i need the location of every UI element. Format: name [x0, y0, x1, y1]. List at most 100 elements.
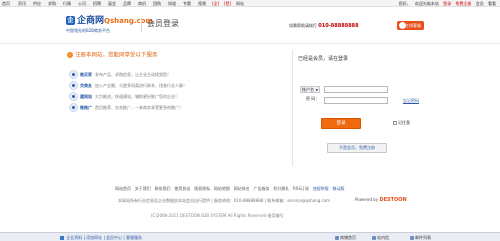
top-register-link[interactable]: 免费注册	[455, 1, 471, 6]
toolbar-item-label: 商铺首页	[340, 235, 356, 240]
powered-prefix: Powered by	[355, 197, 379, 202]
welcome-heading: › 注册本网站，您能同享受以下服务	[67, 52, 158, 60]
footer-link[interactable]: 网站排名	[234, 186, 250, 191]
hotline-label: 如需帮助请拨打	[289, 23, 317, 28]
feature-desc: 加入产业圈，与更多同类进行联系，找准行业人脉！	[95, 83, 187, 88]
login-button[interactable]: 登录	[321, 118, 361, 129]
feature-desc: 首页推荐、业务推广，一来商务享受更多的推广！	[95, 105, 183, 110]
bullet-icon	[69, 70, 78, 79]
register-button[interactable]: 不是会员，免费注册	[327, 143, 387, 153]
nav-link-brand[interactable]: 品牌	[123, 1, 131, 6]
login-heading: 已经是会员，请在登录	[298, 56, 349, 62]
logo-slogan: 中国领先的B2B商务平台	[66, 28, 111, 33]
bullet-icon	[69, 103, 78, 112]
page-header: 企 企商网Qshang.com 中国领先的B2B商务平台 会员登录 如需帮助请拨…	[0, 8, 500, 44]
arrow-right-icon: ›	[67, 52, 73, 58]
bottom-toolbar: 企业资料 | 添加网址 | 会员中心 | 客服服务 商铺首页 站内信 邮件列表	[0, 232, 500, 241]
greeting-text: 您好，	[398, 1, 411, 6]
nav-link-login-short[interactable]: [登]	[224, 1, 231, 6]
top-more-link[interactable]: 看看	[488, 1, 496, 6]
feature-name: 做推广	[80, 105, 92, 110]
feature-name: 做买家	[80, 72, 92, 77]
footer-link[interactable]: 网站地图	[214, 186, 230, 191]
bullet-icon	[69, 92, 78, 101]
bullet-icon	[69, 81, 78, 90]
toolbar-item-label: 邮件列表	[415, 235, 431, 240]
nav-link-video[interactable]: 视频	[198, 1, 206, 6]
logo-icon[interactable]: 企	[66, 16, 75, 25]
account-type-select[interactable]: 帐户名 ▼	[300, 86, 320, 93]
logo-domain: Qshang.com	[104, 17, 153, 25]
hotline-number: 010-88888888	[318, 23, 359, 29]
online-service-button[interactable]: 在线客服	[397, 21, 424, 30]
copyright-text: (C)2008-2011 DESTOON B2B SYSTEM All Righ…	[151, 213, 284, 218]
nav-link-know[interactable]: 知道	[168, 1, 176, 6]
footer-link[interactable]: 网站首页	[115, 186, 131, 191]
toolbar-link[interactable]: 会员中心	[106, 235, 122, 240]
nav-link-supply[interactable]: 供应	[33, 1, 41, 6]
nav-link-quote[interactable]: 行情	[63, 1, 71, 6]
footer-link[interactable]: RSS订阅	[293, 186, 309, 191]
logo-name: 企商网	[77, 16, 105, 26]
page-title: 会员登录	[147, 19, 179, 28]
forgot-password-link[interactable]: 忘记密码	[403, 98, 419, 103]
header-divider	[141, 18, 142, 32]
message-icon	[372, 236, 376, 240]
welcome-text: 注册本网站，您能同享受以下服务	[75, 52, 158, 59]
username-input[interactable]	[324, 86, 388, 93]
toolbar-left-links: 企业资料 | 添加网址 | 会员中心 | 客服服务	[60, 235, 142, 240]
feature-name: 建网站	[80, 94, 92, 99]
remember-me[interactable]: 记住我	[393, 120, 410, 126]
account-type-value: 帐户名	[302, 87, 314, 92]
feature-name: 交商友	[80, 83, 92, 88]
support-face-icon	[399, 22, 406, 29]
feature-item: 做买家 发布产品、求购信息，让企业主动找到您！	[69, 70, 279, 80]
powered-by: Powered by DESTOON	[355, 197, 407, 203]
toolbar-mail[interactable]: 邮件列表	[410, 235, 431, 240]
password-label: 密 码：	[306, 96, 320, 101]
nav-link-news[interactable]: 资讯	[18, 1, 26, 6]
mail-icon	[410, 236, 414, 240]
destoon-logo[interactable]: DESTOON	[379, 197, 406, 203]
footer-link-report[interactable]: 违规举报	[313, 186, 329, 191]
remember-checkbox[interactable]	[393, 121, 397, 125]
top-member-link[interactable]: 会员	[476, 1, 484, 6]
feature-item: 交商友 加入产业圈，与更多同类进行联系，找准行业人脉！	[69, 81, 279, 91]
password-input[interactable]	[324, 97, 388, 104]
footer-contact: 本网站所有行业信息及企业数据由本站会员自行提供 | 服务热线：010-88888…	[118, 198, 331, 203]
nav-link-special[interactable]: 专题	[183, 1, 191, 6]
chevron-down-icon: ▼	[315, 88, 318, 92]
footer-link[interactable]: 积分换礼	[273, 186, 289, 191]
nav-link-expo[interactable]: 展会	[108, 1, 116, 6]
top-login-link[interactable]: 登录	[443, 1, 451, 6]
footer-link-mobile[interactable]: 移动版	[332, 186, 344, 191]
hotline: 如需帮助请拨打 010-88888888	[289, 23, 359, 29]
top-user-links: 您好， 欢迎光临本站 登录 免费注册 会员 看看	[396, 1, 496, 6]
feature-desc: 发布产品、求购信息，让企业主动找到您！	[95, 72, 171, 77]
footer-link[interactable]: 广告服务	[253, 186, 269, 191]
toolbar-messages[interactable]: 站内信	[372, 235, 389, 240]
nav-link-company[interactable]: 公司	[78, 1, 86, 6]
toolbar-link[interactable]: 客服服务	[126, 235, 142, 240]
footer-link[interactable]: 关于我们	[135, 186, 151, 191]
top-nav-bar: 首页 资讯 供应 求购 行情 公司 招聘 展会 品牌 商机 团购 知道 专题 视…	[0, 0, 500, 7]
nav-link-business[interactable]: 商机	[138, 1, 146, 6]
shop-icon	[335, 236, 339, 240]
footer-link[interactable]: 使用协议	[174, 186, 190, 191]
nav-link-site[interactable]: 网站	[236, 1, 244, 6]
footer-link[interactable]: 版权隐私	[194, 186, 210, 191]
feature-item: 做推广 首页推荐、业务推广，一来商务享受更多的推广！	[69, 103, 279, 113]
nav-link-all[interactable]: [全]	[212, 1, 219, 6]
footer-link[interactable]: 联系我们	[155, 186, 171, 191]
online-service-label: 在线客服	[405, 23, 421, 28]
nav-link-home[interactable]: 首页	[2, 1, 10, 6]
remember-label: 记住我	[398, 120, 410, 125]
nav-link-buy[interactable]: 求购	[48, 1, 56, 6]
toolbar-link[interactable]: 添加网址	[86, 235, 102, 240]
grid-icon	[60, 236, 64, 240]
nav-link-group[interactable]: 团购	[153, 1, 161, 6]
toolbar-shop-home[interactable]: 商铺首页	[335, 235, 356, 240]
nav-link-jobs[interactable]: 招聘	[93, 1, 101, 6]
toolbar-link[interactable]: 企业资料	[66, 235, 82, 240]
feature-item: 建网站 大力推进，快速建站，辅助更好推广您的企业！	[69, 92, 279, 102]
